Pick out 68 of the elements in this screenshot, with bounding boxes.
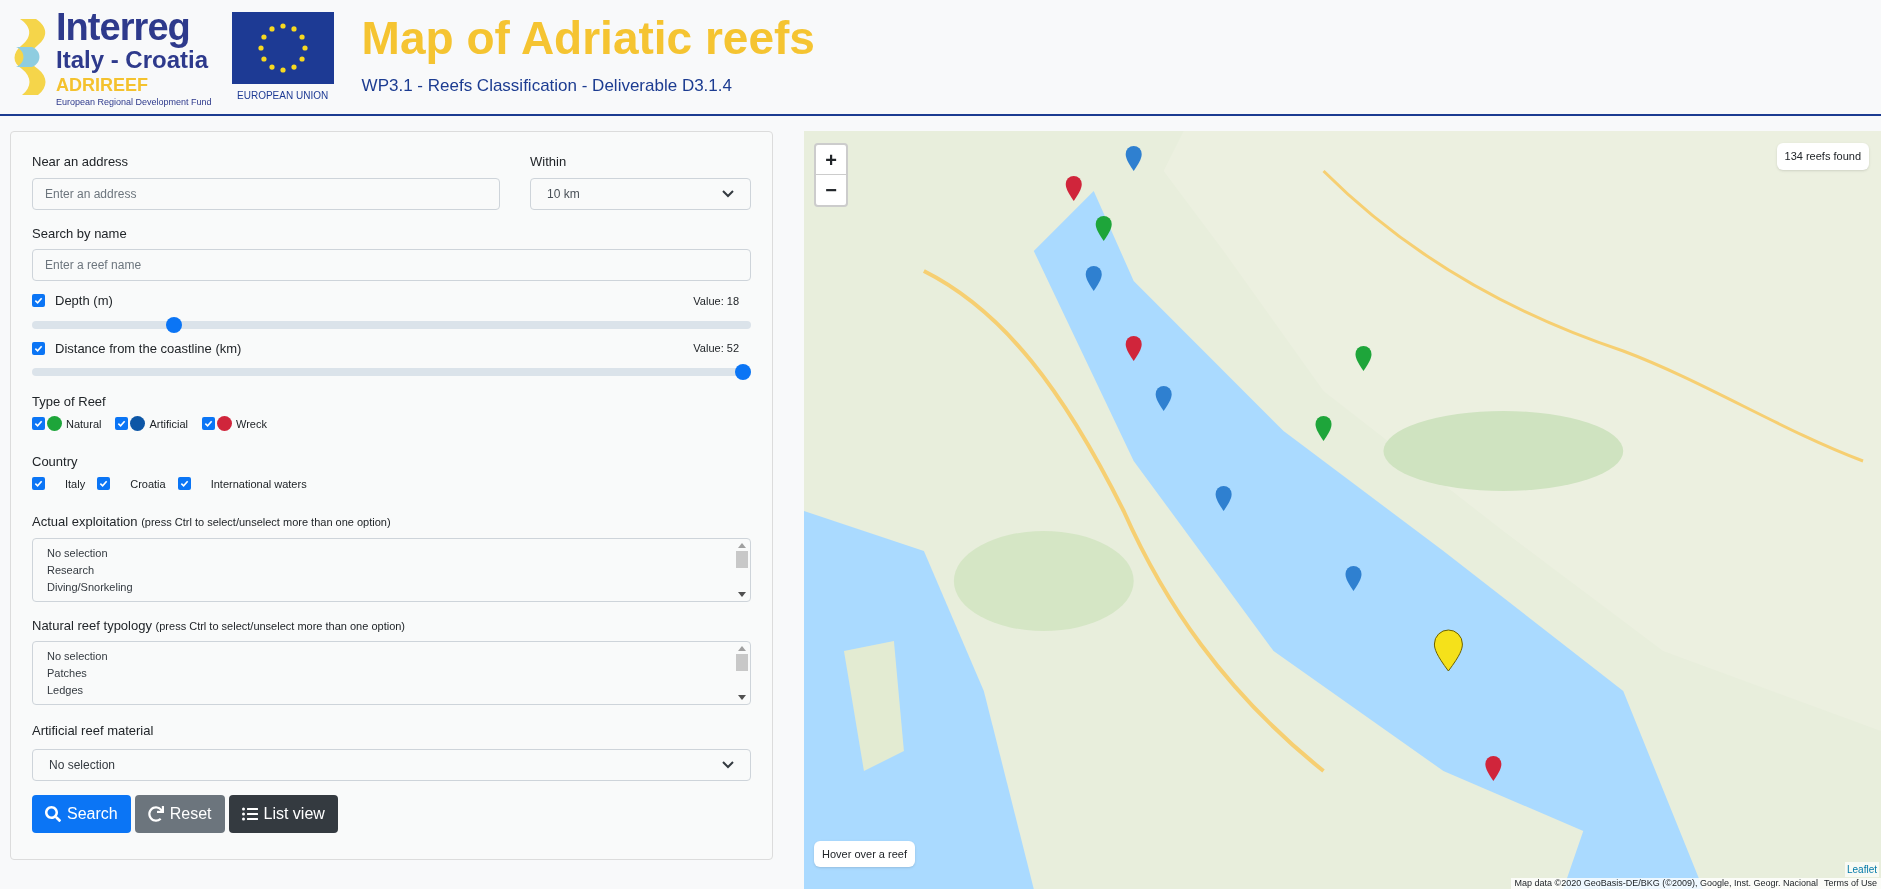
name-field[interactable]: Enter a reef name <box>32 249 751 281</box>
field-label: Search by name <box>32 224 128 243</box>
scroll-up-icon[interactable] <box>738 542 746 548</box>
checkbox[interactable] <box>32 417 45 431</box>
list-icon <box>241 805 258 822</box>
search-icon <box>45 805 61 822</box>
map-attribution: Map data ©2020 GeoBasis-DE/BKG (©2009), Google, Inst. Geogr. Nacional <box>1514 878 1818 889</box>
eu-label: EUROPEAN UNION <box>237 88 329 103</box>
section-label: Type of Reef <box>32 393 107 411</box>
logo-name: Interreg <box>56 7 191 46</box>
country-label: Italy <box>65 476 86 492</box>
zoom-in-button[interactable]: + <box>816 145 846 175</box>
field-label: Within <box>530 153 568 171</box>
listbox-option[interactable]: Ledges <box>47 682 734 699</box>
slider-label: Distance from the coastline (km) <box>55 339 242 358</box>
option-listbox[interactable]: No selection Research Diving/Snorkeling <box>32 537 751 602</box>
logo-region: Italy - Croatia <box>56 47 210 72</box>
checkbox[interactable] <box>177 477 191 491</box>
leaflet-link[interactable]: Leaflet <box>1844 862 1879 877</box>
results-count: 134 reefs found <box>1776 143 1869 170</box>
slider-value: Value: 18 <box>693 293 739 309</box>
scroll-down-icon[interactable] <box>738 695 746 700</box>
page-title: Map of Adriatic reefs <box>361 15 815 62</box>
refresh-icon <box>147 805 164 822</box>
address-field[interactable]: Enter an address <box>32 177 500 210</box>
slider-label: Depth (m) <box>55 292 113 310</box>
reef-type-label: Wreck <box>236 416 267 432</box>
logo-fund: European Regional Development Fund <box>56 97 212 107</box>
checkbox[interactable] <box>115 417 129 431</box>
option-listbox[interactable]: No selection Patches Ledges <box>32 641 751 705</box>
list-button[interactable]: List view <box>228 794 338 833</box>
listbox-option[interactable]: No selection <box>47 648 734 665</box>
checkbox[interactable] <box>202 417 215 431</box>
chevron-down-icon <box>722 760 734 769</box>
listbox-option[interactable]: No selection <box>47 544 734 562</box>
material-select[interactable]: No selection <box>32 748 751 781</box>
listbox-label: Natural reef typology (press Ctrl to select/unselect more than one option) <box>32 616 407 635</box>
checkbox[interactable] <box>32 341 45 355</box>
eu-flag-icon <box>231 11 334 84</box>
section-label: Country <box>32 453 79 471</box>
scroll-down-icon[interactable] <box>738 591 746 597</box>
reef-type-label: Natural <box>66 416 102 432</box>
slider-thumb[interactable] <box>165 316 182 333</box>
slider-thumb[interactable] <box>735 364 751 380</box>
page-subtitle: WP3.1 - Reefs Classification - Deliverable D3.1.4 <box>361 75 733 98</box>
country-label: International waters <box>210 476 307 492</box>
chevron-down-icon <box>722 189 734 198</box>
map[interactable]: + − 134 reefs found Hover over a reef Leaflet Map data ©2020 GeoBasis-DE/BKG (©2009), Google, Inst. Geogr. Nacional Terms of Use <box>804 131 1881 889</box>
scroll-up-icon[interactable] <box>738 646 746 651</box>
hover-hint: Hover over a reef <box>814 840 915 867</box>
logo-project: ADRIREEF <box>56 75 149 94</box>
terms-link[interactable]: Terms of Use <box>1824 878 1877 889</box>
search-button[interactable]: Search <box>32 794 131 833</box>
listbox-option[interactable]: Research <box>47 561 734 579</box>
listbox-option[interactable]: Patches <box>47 665 734 682</box>
listbox-option[interactable]: Diving/Snorkeling <box>47 578 734 596</box>
reef-type-label: Artificial <box>149 416 188 432</box>
checkbox[interactable] <box>32 477 45 491</box>
checkbox[interactable] <box>97 477 111 491</box>
country-label: Croatia <box>130 476 166 492</box>
slider-value: Value: 52 <box>693 341 739 356</box>
zoom-out-button[interactable]: − <box>816 175 846 205</box>
reset-button[interactable]: Reset <box>134 794 225 833</box>
distance-select[interactable]: 10 km <box>530 177 751 210</box>
listbox-label: Actual exploitation (press Ctrl to select/unselect more than one option) <box>32 513 392 531</box>
field-label: Artificial reef material <box>32 722 155 740</box>
checkbox[interactable] <box>32 294 45 308</box>
field-label: Near an address <box>32 153 130 171</box>
